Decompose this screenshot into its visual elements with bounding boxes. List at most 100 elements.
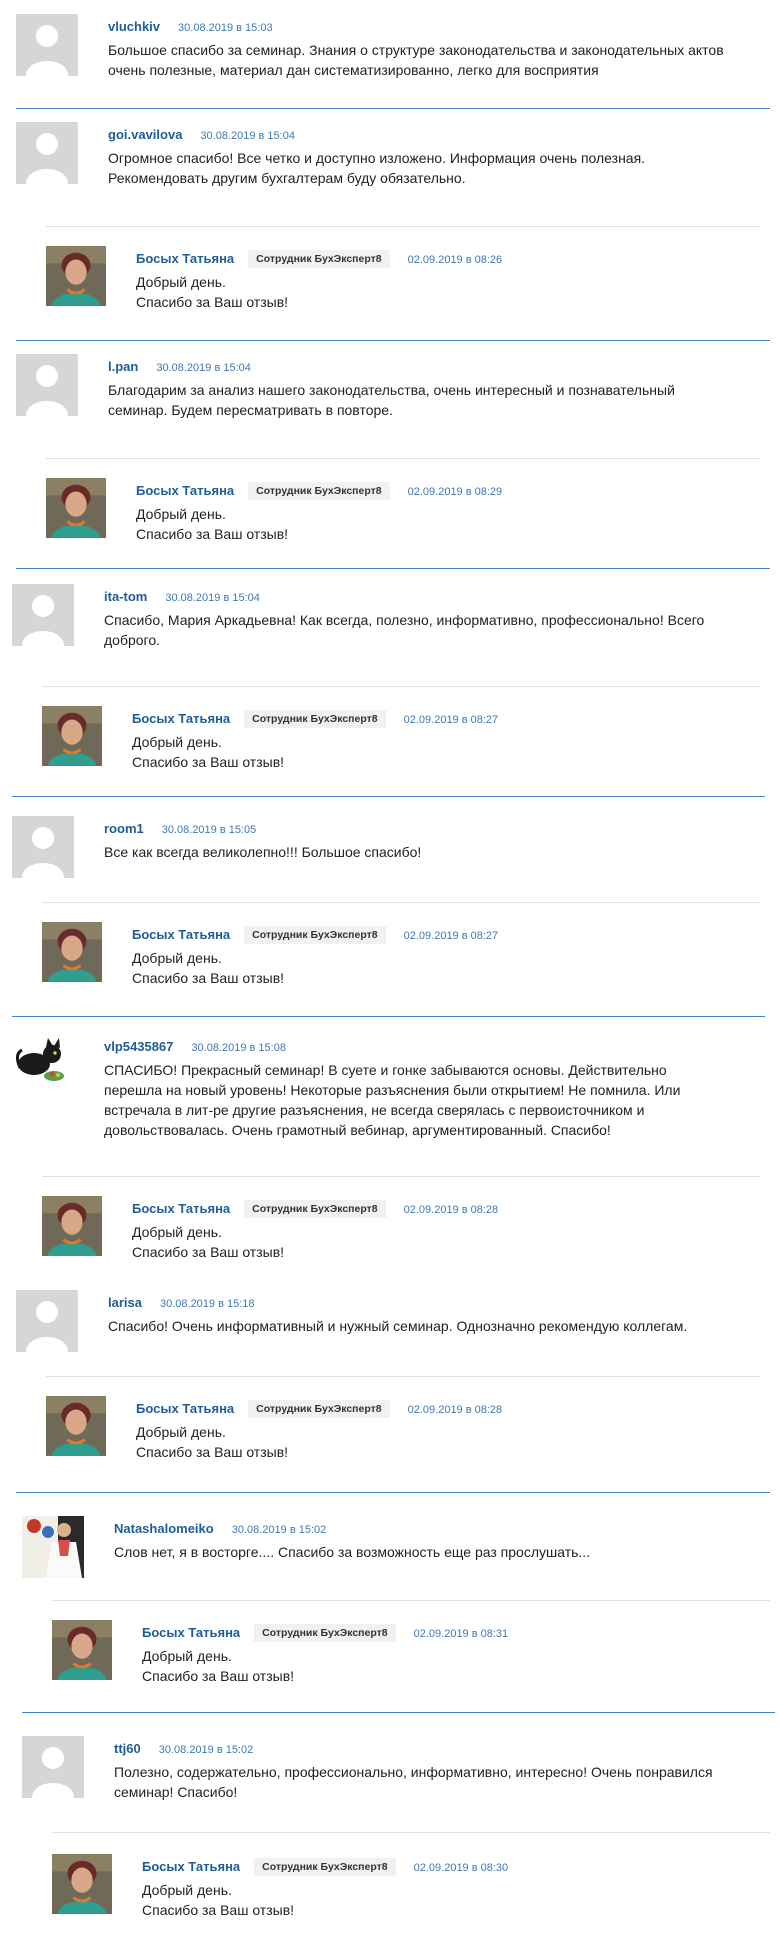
comment-text-line: Спасибо! Очень информативный и нужный се…: [108, 1318, 688, 1334]
comment: l.pan 30.08.2019 в 15:04 Благодарим за ана…: [16, 354, 776, 434]
comment-date-link[interactable]: 02.09.2019 в 08:28: [408, 1404, 503, 1416]
author-link[interactable]: vlp5435867: [104, 1039, 173, 1054]
avatar[interactable]: [16, 122, 78, 184]
comment: ttj60 30.08.2019 в 15:02 Полезно, содержат…: [22, 1736, 780, 1816]
reply: Босых Татьяна Сотрудник БухЭксперт8 02.09.…: [42, 1196, 780, 1276]
comment-text: Добрый день. Спасибо за Ваш отзыв!: [132, 948, 692, 988]
author-link[interactable]: Босых Татьяна: [132, 1201, 230, 1216]
comment: vluchkiv 30.08.2019 в 15:03 Большое спасиб…: [16, 14, 776, 94]
comment-text-line: Спасибо за Ваш отзыв!: [136, 526, 289, 542]
comment-date-link[interactable]: 30.08.2019 в 15:02: [232, 1524, 327, 1536]
comment-meta: Босых Татьяна Сотрудник БухЭксперт8 02.09.…: [136, 1400, 502, 1418]
comment-text-line: Спасибо за Ваш отзыв!: [142, 1902, 295, 1918]
comment-date-link[interactable]: 02.09.2019 в 08:28: [404, 1204, 499, 1216]
comment-meta: ttj60 30.08.2019 в 15:02: [114, 1740, 253, 1758]
comment-text: Добрый день. Спасибо за Ваш отзыв!: [132, 1222, 692, 1262]
comment-text: Добрый день. Спасибо за Ваш отзыв!: [142, 1880, 702, 1920]
comment-text-line: Добрый день.: [132, 950, 222, 966]
reply: Босых Татьяна Сотрудник БухЭксперт8 02.09.…: [52, 1854, 780, 1934]
comment-text-line: доброго.: [104, 632, 161, 648]
staff-avatar[interactable]: [52, 1620, 112, 1680]
comment-date-link[interactable]: 02.09.2019 в 08:27: [404, 714, 499, 726]
staff-badge: Сотрудник БухЭксперт8: [244, 926, 386, 944]
reply-separator: [46, 458, 760, 459]
comment-text-line: Спасибо за Ваш отзыв!: [132, 970, 285, 986]
comment-text: Добрый день. Спасибо за Ваш отзыв!: [132, 732, 692, 772]
reply-separator: [42, 902, 760, 903]
comment-meta: Босых Татьяна Сотрудник БухЭксперт8 02.09.…: [136, 250, 502, 268]
author-link[interactable]: Босых Татьяна: [136, 1401, 234, 1416]
comment-date-link[interactable]: 02.09.2019 в 08:27: [404, 930, 499, 942]
comment-date-link[interactable]: 02.09.2019 в 08:31: [414, 1628, 509, 1640]
comment-date-link[interactable]: 30.08.2019 в 15:03: [178, 22, 273, 34]
author-link[interactable]: Босых Татьяна: [142, 1859, 240, 1874]
comment-date-link[interactable]: 02.09.2019 в 08:29: [408, 486, 503, 498]
comment-date-link[interactable]: 30.08.2019 в 15:04: [200, 130, 295, 142]
avatar[interactable]: [12, 584, 74, 646]
avatar[interactable]: [16, 14, 78, 76]
comment-separator: [16, 1492, 770, 1493]
staff-badge: Сотрудник БухЭксперт8: [244, 710, 386, 728]
comment-date-link[interactable]: 30.08.2019 в 15:08: [191, 1042, 286, 1054]
comment-date-link[interactable]: 30.08.2019 в 15:05: [162, 824, 257, 836]
comment-meta: Босых Татьяна Сотрудник БухЭксперт8 02.09.…: [132, 1200, 498, 1218]
author-link[interactable]: ita-tom: [104, 589, 147, 604]
comment-date-link[interactable]: 02.09.2019 в 08:26: [408, 254, 503, 266]
author-link[interactable]: Босых Татьяна: [142, 1625, 240, 1640]
staff-avatar[interactable]: [42, 1196, 102, 1256]
avatar[interactable]: [16, 1290, 78, 1352]
comment-date-link[interactable]: 30.08.2019 в 15:02: [159, 1744, 254, 1756]
avatar[interactable]: [22, 1516, 84, 1578]
author-link[interactable]: Natashalomeiko: [114, 1521, 214, 1536]
author-link[interactable]: Босых Татьяна: [132, 711, 230, 726]
avatar[interactable]: [12, 816, 74, 878]
comment-separator: [16, 568, 770, 569]
comment-date-link[interactable]: 30.08.2019 в 15:04: [165, 592, 260, 604]
author-link[interactable]: ttj60: [114, 1741, 141, 1756]
staff-avatar[interactable]: [42, 706, 102, 766]
comment: vlp5435867 30.08.2019 в 15:08 СПАСИБО! Пре…: [12, 1034, 772, 1138]
comment: ita-tom 30.08.2019 в 15:04 Спасибо, Мария …: [12, 584, 772, 664]
comment-meta: goi.vavilova 30.08.2019 в 15:04: [108, 126, 295, 144]
author-link[interactable]: Босых Татьяна: [136, 483, 234, 498]
staff-avatar[interactable]: [46, 1396, 106, 1456]
author-link[interactable]: room1: [104, 821, 144, 836]
reply-separator: [42, 1176, 760, 1177]
author-link[interactable]: Босых Татьяна: [136, 251, 234, 266]
staff-avatar[interactable]: [52, 1854, 112, 1914]
comment-text-line: Большое спасибо за семинар. Знания о стр…: [108, 42, 724, 58]
staff-badge: Сотрудник БухЭксперт8: [248, 482, 390, 500]
staff-avatar[interactable]: [42, 922, 102, 982]
avatar[interactable]: [12, 1034, 74, 1096]
author-link[interactable]: goi.vavilova: [108, 127, 182, 142]
author-link[interactable]: Босых Татьяна: [132, 927, 230, 942]
comment-meta: Босых Татьяна Сотрудник БухЭксперт8 02.09.…: [132, 926, 498, 944]
author-link[interactable]: larisa: [108, 1295, 142, 1310]
comment-text-line: Рекомендовать другим бухгалтерам буду об…: [108, 170, 466, 186]
comment-text-line: Спасибо за Ваш отзыв!: [142, 1668, 295, 1684]
comment-text-line: Все как всегда великолепно!!! Большое сп…: [104, 844, 422, 860]
avatar[interactable]: [16, 354, 78, 416]
comment-text-line: Огромное спасибо! Все четко и доступно и…: [108, 150, 646, 166]
comment-text: Добрый день. Спасибо за Ваш отзыв!: [136, 504, 696, 544]
author-link[interactable]: l.pan: [108, 359, 138, 374]
comment-text-line: Добрый день.: [142, 1882, 232, 1898]
comment-date-link[interactable]: 30.08.2019 в 15:04: [156, 362, 251, 374]
comment-separator: [12, 1016, 765, 1017]
reply-separator: [52, 1832, 770, 1833]
author-link[interactable]: vluchkiv: [108, 19, 160, 34]
reply: Босых Татьяна Сотрудник БухЭксперт8 02.09.…: [42, 706, 780, 786]
comment-text-line: Добрый день.: [132, 1224, 222, 1240]
comment-text-line: семинар! Спасибо!: [114, 1784, 238, 1800]
comment-text: СПАСИБО! Прекрасный семинар! В суете и г…: [104, 1060, 774, 1140]
comment-meta: Босых Татьяна Сотрудник БухЭксперт8 02.09.…: [132, 710, 498, 728]
comment-text-line: Спасибо за Ваш отзыв!: [132, 754, 285, 770]
comment-meta: l.pan 30.08.2019 в 15:04: [108, 358, 251, 376]
comment-date-link[interactable]: 30.08.2019 в 15:18: [160, 1298, 255, 1310]
staff-avatar[interactable]: [46, 478, 106, 538]
comment-date-link[interactable]: 02.09.2019 в 08:30: [414, 1862, 509, 1874]
avatar[interactable]: [22, 1736, 84, 1798]
comment-text-line: Спасибо за Ваш отзыв!: [136, 294, 289, 310]
comment-text: Спасибо! Очень информативный и нужный се…: [108, 1316, 778, 1336]
staff-avatar[interactable]: [46, 246, 106, 306]
